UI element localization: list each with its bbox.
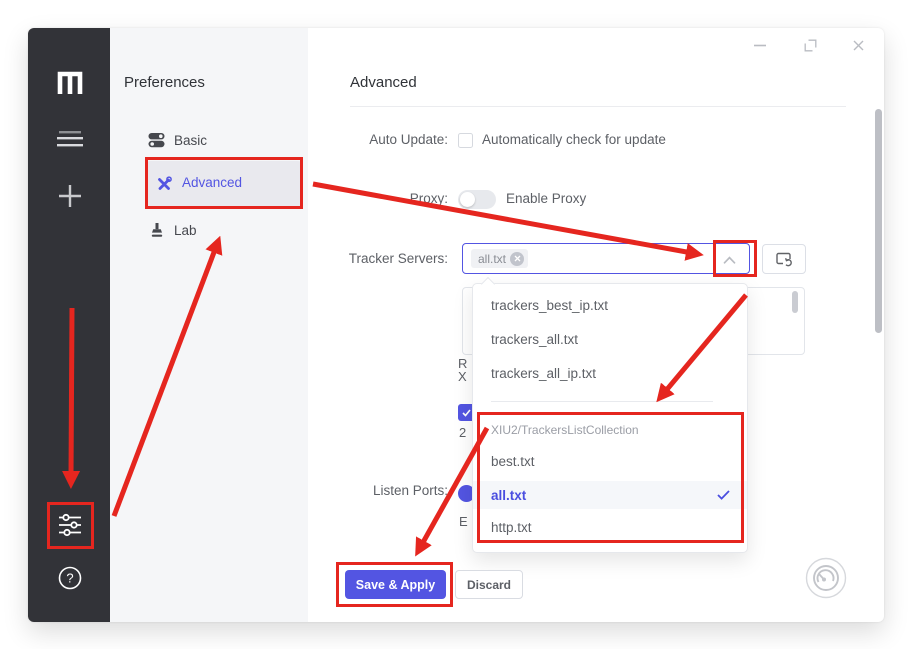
question-circle-icon[interactable]: ? [57,565,83,591]
dropdown-caret [480,276,496,291]
sync-tracker-icon [776,252,792,266]
proxy-label: Proxy: [409,191,448,206]
sidebar-item-lab[interactable]: Lab [150,220,300,248]
minimize-button[interactable] [748,33,772,57]
discard-button[interactable]: Discard [455,570,523,599]
tag-close-icon[interactable] [510,251,525,266]
dropdown-option[interactable]: trackers_all_ip.txt [491,366,596,381]
chevron-up-icon[interactable] [723,256,736,264]
close-button[interactable] [846,33,870,57]
svg-text:?: ? [66,571,73,586]
auto-update-label: Auto Update: [369,132,448,147]
close-icon [853,40,863,50]
app-window: ? Preferences Basic Advanced Lab Advance… [28,28,884,622]
toggles-icon [148,133,165,148]
sidebar-item-label: Lab [174,223,197,238]
proxy-toggle[interactable] [458,190,496,209]
main-content: Advanced Auto Update: Automatically chec… [308,28,884,622]
motrix-logo-icon [57,71,83,94]
discard-label: Discard [466,577,512,592]
occluded-text-fragment: R X [458,356,468,384]
speed-limit-gauge-button[interactable] [803,555,849,601]
tag-label: all.txt [478,251,507,266]
page-title: Advanced [350,74,417,91]
dropdown-group-label: XIU2/TrackersListCollection [491,423,639,437]
app-sidebar: ? [28,28,110,622]
proxy-toggle-label: Enable Proxy [506,191,587,206]
dropdown-option-selected[interactable]: all.txt [473,481,747,509]
toggle-knob [460,192,475,207]
sidebar-item-label: Advanced [182,175,243,190]
save-apply-label: Save & Apply [355,577,436,592]
auto-update-checkbox[interactable] [458,133,473,148]
preferences-title: Preferences [124,74,205,91]
stamp-icon [151,223,163,237]
sidebar-item-advanced[interactable]: Advanced [146,161,302,207]
tracker-servers-label: Tracker Servers: [348,251,448,266]
textarea-scrollbar-thumb[interactable] [792,291,798,313]
sidebar-item-label: Basic [174,133,208,148]
dropdown-option[interactable]: trackers_all.txt [491,332,578,347]
occluded-text-fragment: E [459,514,468,529]
dropdown-group-divider [491,401,713,402]
minimize-icon [754,44,766,46]
sidebar-item-basic[interactable]: Basic [148,128,298,156]
main-scrollbar-thumb[interactable] [875,109,882,333]
selected-tracker-tag[interactable]: all.txt [471,249,529,268]
preferences-panel: Preferences Basic Advanced Lab [110,28,308,622]
tools-icon [158,176,172,190]
occluded-text-fragment: 2 [459,425,467,440]
restore-icon [804,39,816,51]
dropdown-option[interactable]: trackers_best_ip.txt [491,298,608,313]
task-list-icon[interactable] [57,130,83,148]
plus-icon[interactable] [57,183,83,209]
listen-ports-label: Listen Ports: [372,483,448,498]
maximize-button[interactable] [798,33,822,57]
sync-trackers-button[interactable] [762,244,806,274]
save-apply-button[interactable]: Save & Apply [345,570,446,599]
title-divider [350,106,846,107]
auto-update-checkbox-label[interactable]: Automatically check for update [482,132,666,147]
selected-option-label: all.txt [491,488,527,503]
dropdown-option[interactable]: http.txt [491,520,532,535]
tracker-select-dropdown: trackers_best_ip.txt trackers_all.txt tr… [472,276,748,553]
dropdown-option[interactable]: best.txt [491,454,535,469]
tune-sliders-icon[interactable] [58,513,82,537]
tracker-servers-select[interactable]: all.txt [462,243,750,274]
check-icon [717,490,730,500]
